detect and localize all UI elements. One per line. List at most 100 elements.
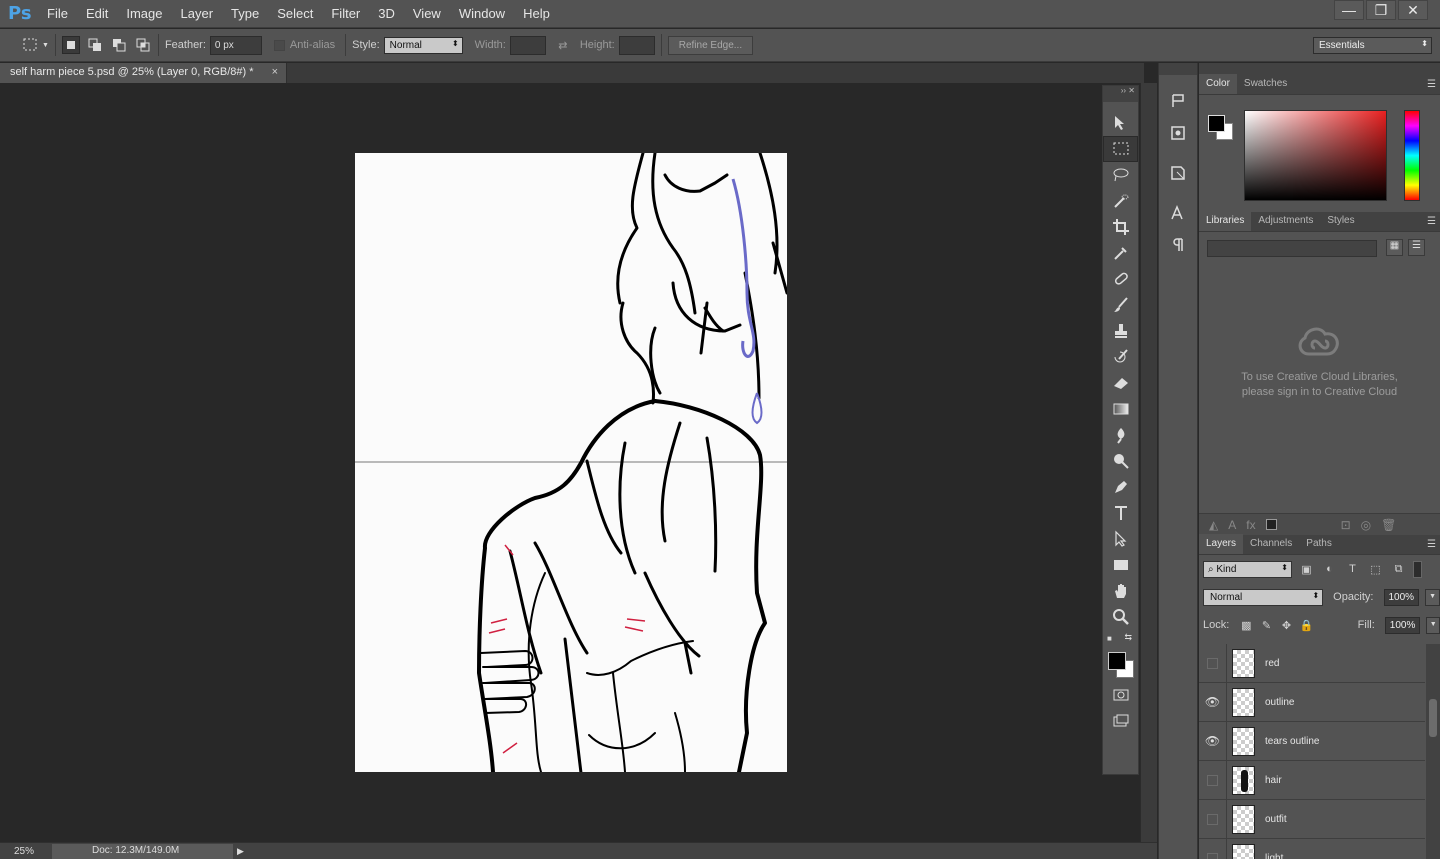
filter-pixel-icon[interactable]: ▣ bbox=[1298, 561, 1315, 578]
delete-icon[interactable]: 🗑 bbox=[1381, 518, 1396, 532]
fill-input[interactable]: 100% bbox=[1384, 616, 1421, 634]
filter-type-icon[interactable]: T bbox=[1344, 561, 1361, 578]
marquee-preset-icon[interactable] bbox=[22, 36, 40, 54]
panel-menu-icon[interactable]: ☰ bbox=[1427, 79, 1436, 90]
list-view-icon[interactable]: ☰ bbox=[1408, 239, 1425, 256]
crop-tool[interactable] bbox=[1103, 214, 1138, 240]
color-spectrum[interactable] bbox=[1244, 110, 1387, 201]
filter-adjustment-icon[interactable]: ◐ bbox=[1321, 561, 1338, 578]
lock-transparent-icon[interactable]: ▩ bbox=[1239, 617, 1253, 634]
tab-layers[interactable]: Layers bbox=[1199, 534, 1244, 554]
dodge-tool[interactable] bbox=[1103, 448, 1138, 474]
panel-menu-icon[interactable]: ☰ bbox=[1427, 216, 1436, 227]
feather-input[interactable]: 0 px bbox=[209, 35, 262, 55]
menu-type[interactable]: Type bbox=[222, 0, 268, 28]
move-tool[interactable] bbox=[1103, 110, 1138, 136]
type-tool[interactable] bbox=[1103, 500, 1138, 526]
menu-3d[interactable]: 3D bbox=[369, 0, 404, 28]
swap-dimensions-icon[interactable]: ⇄ bbox=[554, 36, 572, 54]
lasso-tool[interactable] bbox=[1103, 162, 1138, 188]
style-select[interactable]: Normal ⬍ bbox=[383, 36, 463, 54]
grid-view-icon[interactable]: ▦ bbox=[1386, 239, 1403, 256]
restore-button[interactable]: ❐ bbox=[1366, 0, 1396, 20]
menu-window[interactable]: Window bbox=[450, 0, 514, 28]
chevron-down-icon[interactable]: ▼ bbox=[42, 42, 49, 49]
menu-view[interactable]: View bbox=[404, 0, 450, 28]
menu-edit[interactable]: Edit bbox=[77, 0, 117, 28]
collapse-panels-icon[interactable] bbox=[1159, 63, 1197, 75]
zoom-level[interactable]: 25% bbox=[0, 846, 52, 857]
visibility-toggle[interactable] bbox=[1199, 760, 1227, 800]
tab-channels[interactable]: Channels bbox=[1243, 534, 1299, 554]
quick-selection-tool[interactable] bbox=[1103, 188, 1138, 214]
status-menu-icon[interactable]: ▶ bbox=[237, 846, 244, 857]
gradient-tool[interactable] bbox=[1103, 396, 1138, 422]
foreground-color-swatch[interactable] bbox=[1208, 115, 1225, 132]
screen-mode-tool[interactable] bbox=[1103, 708, 1138, 734]
pen-tool[interactable] bbox=[1103, 474, 1138, 500]
visibility-toggle[interactable]: 👁 bbox=[1199, 721, 1227, 761]
document-tab[interactable]: self harm piece 5.psd @ 25% (Layer 0, RG… bbox=[0, 63, 287, 83]
blend-mode-select[interactable]: Normal ⬍ bbox=[1203, 588, 1324, 606]
panel-menu-icon[interactable]: ☰ bbox=[1427, 539, 1436, 550]
layers-scrollbar[interactable] bbox=[1426, 644, 1440, 859]
close-tab-icon[interactable]: × bbox=[272, 66, 278, 78]
paragraph-panel-icon[interactable] bbox=[1159, 229, 1197, 261]
visibility-toggle[interactable] bbox=[1199, 799, 1227, 839]
layer-row[interactable]: outfit bbox=[1199, 799, 1425, 839]
workspace-select[interactable]: Essentials ⬍ bbox=[1313, 37, 1432, 54]
tab-swatches[interactable]: Swatches bbox=[1237, 74, 1294, 94]
character-panel-icon[interactable] bbox=[1159, 197, 1197, 229]
rectangle-tool[interactable] bbox=[1103, 552, 1138, 578]
path-selection-tool[interactable] bbox=[1103, 526, 1138, 552]
add-graphic-icon[interactable]: ◭ bbox=[1209, 518, 1218, 532]
tab-color[interactable]: Color bbox=[1199, 74, 1237, 94]
filter-shape-icon[interactable]: ⬚ bbox=[1367, 561, 1384, 578]
clone-stamp-tool[interactable] bbox=[1103, 318, 1138, 344]
lock-all-icon[interactable]: 🔒 bbox=[1300, 617, 1314, 634]
color-swatches[interactable] bbox=[1103, 650, 1138, 682]
scroll-thumb[interactable] bbox=[1429, 699, 1437, 737]
height-input[interactable] bbox=[618, 35, 655, 55]
eyedropper-tool[interactable] bbox=[1103, 240, 1138, 266]
menu-help[interactable]: Help bbox=[514, 0, 559, 28]
kind-filter-select[interactable]: ⌕ Kind ⬍ bbox=[1203, 560, 1292, 578]
history-brush-tool[interactable] bbox=[1103, 344, 1138, 370]
layer-row[interactable]: hair bbox=[1199, 760, 1425, 800]
tab-paths[interactable]: Paths bbox=[1299, 534, 1339, 554]
intersect-selection-icon[interactable] bbox=[134, 36, 152, 54]
zoom-tool[interactable] bbox=[1103, 604, 1138, 630]
subtract-from-selection-icon[interactable] bbox=[110, 36, 128, 54]
menu-image[interactable]: Image bbox=[117, 0, 171, 28]
add-to-selection-icon[interactable] bbox=[86, 36, 104, 54]
blur-tool[interactable] bbox=[1103, 422, 1138, 448]
canvas-scrollbar[interactable] bbox=[1140, 83, 1157, 859]
swap-colors-icon[interactable]: ⇆ bbox=[1124, 632, 1132, 643]
layer-row[interactable]: light bbox=[1199, 838, 1425, 859]
menu-file[interactable]: File bbox=[38, 0, 77, 28]
foreground-color[interactable] bbox=[1108, 652, 1126, 670]
layer-row[interactable]: 👁 tears outline bbox=[1199, 721, 1425, 761]
actions-panel-icon[interactable] bbox=[1159, 117, 1197, 149]
artwork-canvas[interactable] bbox=[355, 153, 787, 772]
brush-tool[interactable] bbox=[1103, 292, 1138, 318]
width-input[interactable] bbox=[509, 35, 546, 55]
tab-libraries[interactable]: Libraries bbox=[1199, 211, 1252, 231]
add-character-style-icon[interactable]: A bbox=[1228, 518, 1236, 532]
tab-adjustments[interactable]: Adjustments bbox=[1251, 211, 1320, 231]
minimize-button[interactable]: — bbox=[1334, 0, 1364, 20]
opacity-dropdown-icon[interactable]: ▼ bbox=[1425, 588, 1440, 606]
opacity-input[interactable]: 100% bbox=[1383, 588, 1420, 606]
collapse-toolbox-icon[interactable]: ›› ✕ bbox=[1103, 86, 1138, 102]
new-selection-icon[interactable] bbox=[61, 36, 80, 54]
lock-position-icon[interactable]: ✥ bbox=[1279, 617, 1293, 634]
eraser-tool[interactable] bbox=[1103, 370, 1138, 396]
stock-icon[interactable]: ⊡ bbox=[1341, 518, 1351, 532]
filter-smart-object-icon[interactable]: ⧉ bbox=[1390, 561, 1407, 578]
add-color-icon[interactable] bbox=[1265, 519, 1277, 530]
visibility-toggle[interactable] bbox=[1199, 838, 1227, 859]
properties-panel-icon[interactable] bbox=[1159, 157, 1197, 189]
antialias-checkbox[interactable] bbox=[273, 39, 285, 51]
menu-select[interactable]: Select bbox=[268, 0, 322, 28]
lock-pixels-icon[interactable]: ✎ bbox=[1259, 617, 1273, 634]
